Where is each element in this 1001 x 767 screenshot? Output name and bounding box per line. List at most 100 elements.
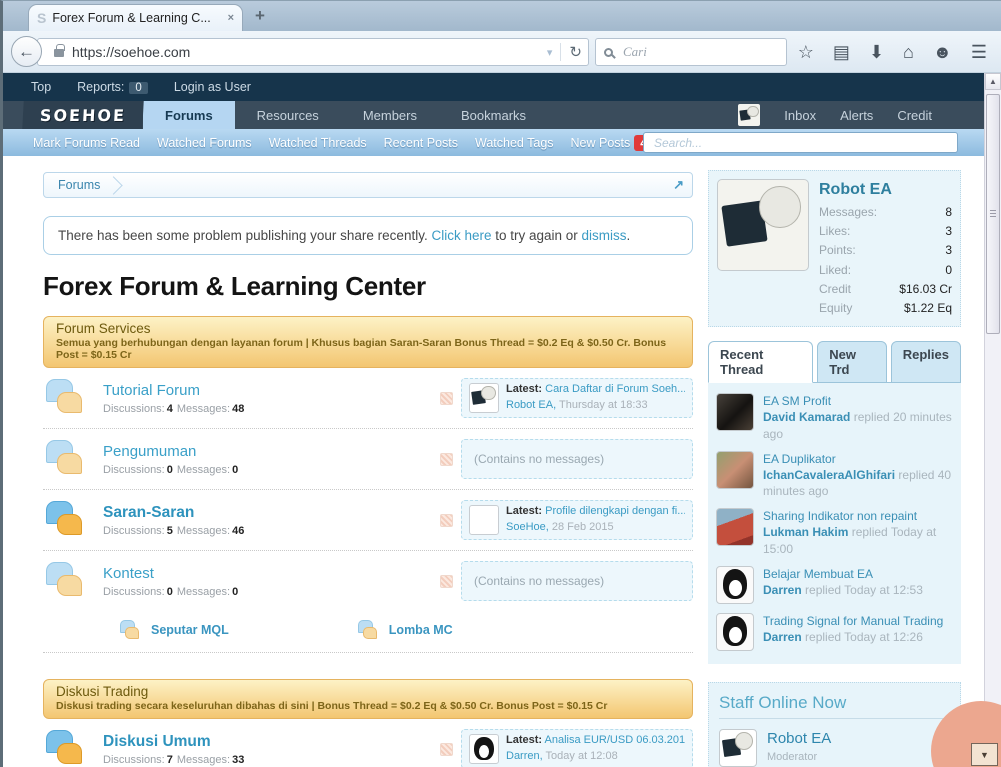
subnav-watched-tags[interactable]: Watched Tags xyxy=(475,136,554,150)
forum-bubbles-icon xyxy=(43,728,89,767)
rss-icon[interactable] xyxy=(440,453,453,466)
tab-recent-thread[interactable]: Recent Thread xyxy=(708,341,813,383)
thread-title-link[interactable]: EA Duplikator xyxy=(763,451,953,467)
forum-stats: Discussions:0Messages:0 xyxy=(103,586,432,598)
nav-tab-members[interactable]: Members xyxy=(341,101,439,129)
latest-thread-link[interactable]: Cara Daftar di Forum Soeh... xyxy=(545,383,685,395)
page-scrollbar[interactable]: ▲ xyxy=(984,73,1001,767)
menu-icon[interactable]: ☰ xyxy=(971,43,987,61)
nav-tab-bookmarks[interactable]: Bookmarks xyxy=(439,101,548,129)
thread-item[interactable]: EA DuplikatorIchanCavaleraAlGhifari repl… xyxy=(716,451,953,500)
bookmarks-menu-icon[interactable]: ▤ xyxy=(833,43,850,61)
nav-tab-resources[interactable]: Resources xyxy=(235,101,341,129)
subnav-watched-forums[interactable]: Watched Forums xyxy=(157,136,252,150)
nav-credit[interactable]: Credit xyxy=(897,108,932,123)
nav-tab-forums[interactable]: Forums xyxy=(143,101,235,129)
thread-user-link[interactable]: Darren xyxy=(763,630,802,644)
thread-user-link[interactable]: Lukman Hakim xyxy=(763,525,848,539)
forum-link[interactable]: Kontest xyxy=(103,565,154,582)
latest-author-link[interactable]: SoeHoe, xyxy=(506,521,549,533)
staff-online-header: Staff Online Now xyxy=(719,693,950,719)
thread-user-link[interactable]: David Kamarad xyxy=(763,410,850,424)
scroll-up-icon[interactable]: ▲ xyxy=(985,73,1001,90)
rss-icon[interactable] xyxy=(440,743,453,756)
category-title[interactable]: Diskusi Trading xyxy=(56,684,680,699)
tab-new-trd[interactable]: New Trd xyxy=(817,341,887,383)
scroll-down-button[interactable]: ▼ xyxy=(971,743,998,766)
thread-title-link[interactable]: Sharing Indikator non repaint xyxy=(763,508,953,524)
subnav-mark-forums-read[interactable]: Mark Forums Read xyxy=(33,136,140,150)
thread-title-link[interactable]: EA SM Profit xyxy=(763,393,953,409)
new-tab-button[interactable]: + xyxy=(255,6,265,26)
forum-link[interactable]: Pengumuman xyxy=(103,443,196,460)
external-link-icon[interactable]: ↗ xyxy=(673,177,684,193)
notice-click-here-link[interactable]: Click here xyxy=(431,228,491,243)
close-tab-icon[interactable]: × xyxy=(228,12,234,24)
scrollbar-thumb[interactable] xyxy=(986,94,1000,334)
tab-title: Forex Forum & Learning C... xyxy=(52,11,221,25)
subforum-lomba-mc[interactable]: Lomba MC xyxy=(355,618,453,641)
nav-inbox[interactable]: Inbox xyxy=(784,108,816,123)
browser-tab[interactable]: S Forex Forum & Learning C... × xyxy=(28,4,243,31)
user-stats-panel: Robot EA Messages:8 Likes:3 Points:3 Lik… xyxy=(708,170,961,327)
category-title[interactable]: Forum Services xyxy=(56,321,680,336)
latest-post[interactable]: Latest: Cara Daftar di Forum Soeh... Rob… xyxy=(461,378,693,418)
thread-item[interactable]: EA SM ProfitDavid Kamarad replied 20 min… xyxy=(716,393,953,442)
site-logo[interactable]: SOEHOE xyxy=(22,101,143,129)
sub-nav: Mark Forums Read Watched Forums Watched … xyxy=(3,129,984,156)
latest-thread-link[interactable]: Analisa EUR/USD 06.03.2015 xyxy=(545,734,685,746)
latest-post[interactable]: Latest: Analisa EUR/USD 06.03.2015 Darre… xyxy=(461,729,693,767)
smiley-icon[interactable]: ☻ xyxy=(933,43,952,61)
site-favicon-icon: S xyxy=(37,10,46,26)
latest-date: Today at 12:08 xyxy=(546,750,618,762)
topbar-login[interactable]: Login as User xyxy=(174,80,251,94)
latest-post[interactable]: Latest: Profile dilengkapi dengan fi... … xyxy=(461,500,693,540)
user-avatar[interactable] xyxy=(738,104,760,126)
thread-user-link[interactable]: Darren xyxy=(763,583,802,597)
url-text[interactable]: https://soehoe.com xyxy=(72,44,539,60)
recent-threads-panel: EA SM ProfitDavid Kamarad replied 20 min… xyxy=(708,382,961,664)
forum-link[interactable]: Saran-Saran xyxy=(103,504,194,521)
category-header-forum-services: Forum Services Semua yang berhubungan de… xyxy=(43,316,693,368)
home-icon[interactable]: ⌂ xyxy=(903,43,914,61)
staff-name-link[interactable]: Robot EA xyxy=(767,730,831,747)
user-name-link[interactable]: Robot EA xyxy=(819,181,952,199)
thread-item[interactable]: Sharing Indikator non repaintLukman Haki… xyxy=(716,508,953,557)
browser-search-input[interactable] xyxy=(621,43,778,61)
nav-alerts[interactable]: Alerts xyxy=(840,108,873,123)
bookmark-star-icon[interactable]: ☆ xyxy=(798,43,814,61)
rss-icon[interactable] xyxy=(440,514,453,527)
forum-link[interactable]: Tutorial Forum xyxy=(103,382,200,399)
breadcrumb-forums[interactable]: Forums xyxy=(44,173,114,197)
thread-item[interactable]: Belajar Membuat EADarren replied Today a… xyxy=(716,566,953,604)
topbar-link-top[interactable]: Top xyxy=(31,80,51,94)
thread-item[interactable]: Trading Signal for Manual TradingDarren … xyxy=(716,613,953,651)
staff-member[interactable]: Robot EA Moderator xyxy=(719,729,950,767)
latest-author-link[interactable]: Darren, xyxy=(506,750,543,762)
user-avatar-large[interactable] xyxy=(717,179,809,271)
tab-replies[interactable]: Replies xyxy=(891,341,961,383)
back-button[interactable]: ← xyxy=(11,36,42,67)
url-bar[interactable]: https://soehoe.com ▾ ↻ xyxy=(37,38,589,66)
url-dropdown-icon[interactable]: ▾ xyxy=(547,46,553,59)
latest-author-link[interactable]: Robot EA, xyxy=(506,399,556,411)
rss-icon[interactable] xyxy=(440,575,453,588)
thread-title-link[interactable]: Belajar Membuat EA xyxy=(763,566,923,582)
latest-thread-link[interactable]: Profile dilengkapi dengan fi... xyxy=(545,505,685,517)
notice-dismiss-link[interactable]: dismiss xyxy=(582,228,627,243)
topbar-reports[interactable]: Reports:0 xyxy=(77,80,148,94)
rss-icon[interactable] xyxy=(440,392,453,405)
browser-search[interactable] xyxy=(595,38,787,66)
page-content: Forums ↗ There has been some problem pub… xyxy=(3,156,984,767)
downloads-icon[interactable]: ⬇ xyxy=(869,43,884,61)
reload-icon[interactable]: ↻ xyxy=(560,43,582,61)
forum-search-input[interactable] xyxy=(652,133,949,152)
staff-role: Moderator xyxy=(767,751,817,763)
thread-user-link[interactable]: IchanCavaleraAlGhifari xyxy=(763,468,895,482)
forum-search[interactable] xyxy=(643,132,958,153)
subforum-seputar-mql[interactable]: Seputar MQL xyxy=(117,618,229,641)
subnav-recent-posts[interactable]: Recent Posts xyxy=(384,136,458,150)
thread-title-link[interactable]: Trading Signal for Manual Trading xyxy=(763,613,943,629)
forum-link[interactable]: Diskusi Umum xyxy=(103,733,211,750)
subnav-watched-threads[interactable]: Watched Threads xyxy=(269,136,367,150)
